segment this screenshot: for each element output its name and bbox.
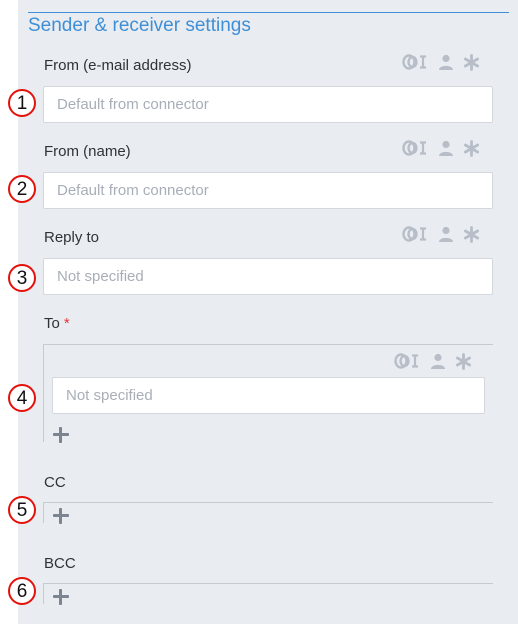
annotation-marker-3: 3	[8, 264, 36, 292]
from-name-mapping-icons	[401, 139, 480, 157]
cc-label: CC	[44, 474, 66, 491]
user-icon[interactable]	[438, 140, 454, 156]
reply-to-label: Reply to	[44, 229, 100, 246]
from-email-label: From (e-mail address)	[44, 57, 192, 74]
section-divider	[28, 12, 509, 13]
from-email-mapping-icons	[401, 53, 480, 71]
annotation-marker-5: 5	[8, 496, 36, 524]
link-variable-icon[interactable]	[401, 53, 429, 71]
to-input[interactable]	[52, 377, 485, 414]
user-icon[interactable]	[438, 226, 454, 242]
annotation-marker-4: 4	[8, 384, 36, 412]
required-indicator: *	[63, 315, 70, 332]
link-variable-icon[interactable]	[401, 225, 429, 243]
asterisk-icon[interactable]	[463, 139, 480, 157]
from-name-input[interactable]	[43, 172, 493, 209]
link-variable-icon[interactable]	[401, 139, 429, 157]
section-title: Sender & receiver settings	[28, 15, 251, 36]
cc-list-container	[43, 502, 493, 523]
to-add-button[interactable]	[53, 427, 69, 443]
from-name-label: From (name)	[44, 143, 131, 160]
user-icon[interactable]	[438, 54, 454, 70]
annotation-marker-1: 1	[8, 89, 36, 117]
cc-add-button[interactable]	[53, 508, 69, 524]
bcc-list-container	[43, 583, 493, 604]
asterisk-icon[interactable]	[455, 352, 472, 370]
bcc-label: BCC	[44, 555, 76, 572]
asterisk-icon[interactable]	[463, 225, 480, 243]
user-icon[interactable]	[430, 353, 446, 369]
link-variable-icon[interactable]	[393, 352, 421, 370]
reply-to-input[interactable]	[43, 258, 493, 295]
to-mapping-icons	[393, 352, 472, 370]
bcc-add-button[interactable]	[53, 589, 69, 605]
reply-to-mapping-icons	[401, 225, 480, 243]
annotation-marker-2: 2	[8, 175, 36, 203]
to-label: To *	[44, 315, 70, 332]
to-label-text: To	[44, 315, 60, 332]
from-email-input[interactable]	[43, 86, 493, 123]
asterisk-icon[interactable]	[463, 53, 480, 71]
annotation-marker-6: 6	[8, 577, 36, 605]
